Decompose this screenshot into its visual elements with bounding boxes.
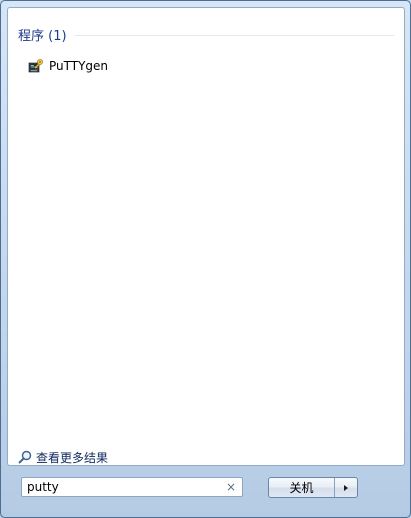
see-more-results-label: 查看更多结果 [36,450,109,465]
triangle-right-icon [344,484,348,491]
result-item-puttygen[interactable]: PuTTYgen [28,56,114,76]
clear-icon[interactable]: × [226,480,236,494]
shutdown-options-button[interactable] [335,478,357,497]
search-input[interactable] [22,479,217,495]
search-results-panel: 程序 (1) PuTTYgen 查看更多结果 [7,7,405,466]
results-group-header: 程序 (1) [18,25,394,44]
shutdown-button[interactable]: 关机 [269,478,335,497]
search-icon [18,450,32,464]
results-group-title[interactable]: 程序 (1) [18,25,67,44]
result-item-label: PuTTYgen [49,59,109,73]
start-menu: 程序 (1) PuTTYgen 查看更多结果 putty × 关机 [0,0,411,518]
see-more-results-link[interactable]: 查看更多结果 [18,448,108,466]
search-box[interactable]: × [21,477,243,497]
group-divider [74,35,394,36]
puttygen-icon [28,59,43,73]
shutdown-control: 关机 [268,477,358,498]
